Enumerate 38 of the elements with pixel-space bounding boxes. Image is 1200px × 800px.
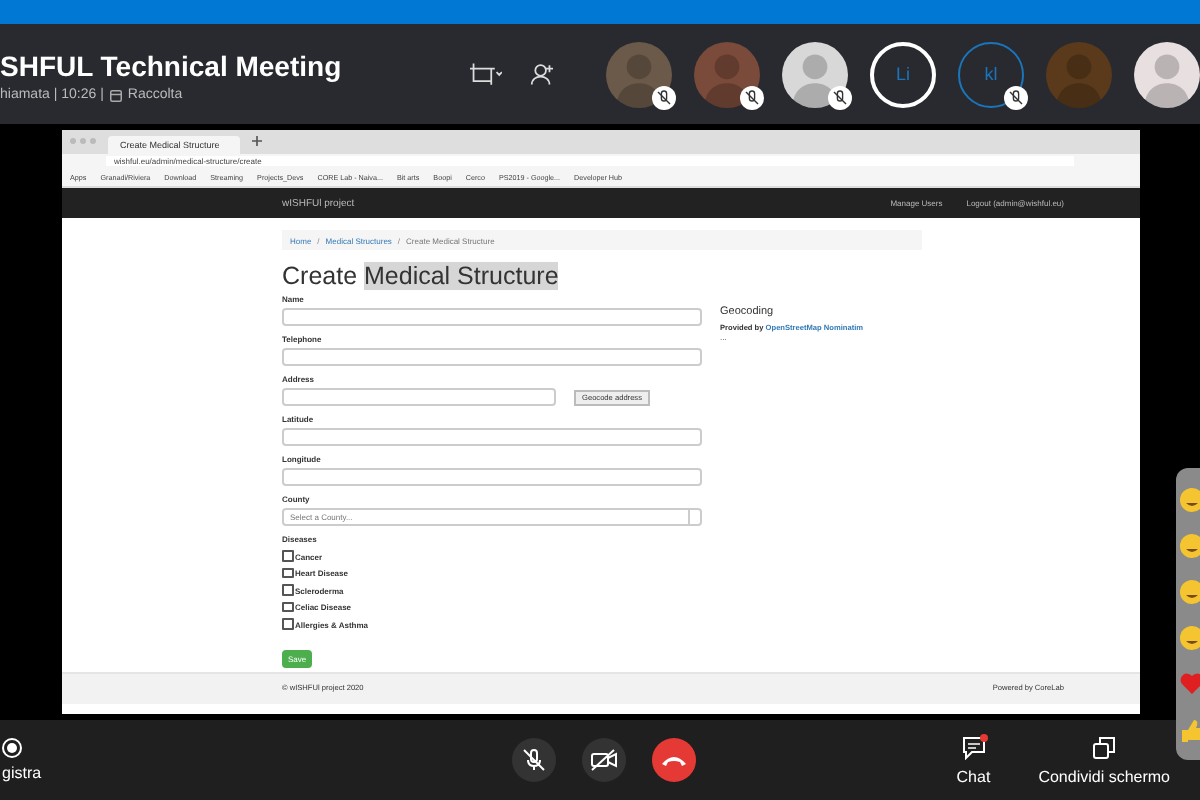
microphone-button[interactable] [512,738,556,782]
checkbox[interactable] [282,550,293,562]
gallery-icon [109,89,122,101]
record-icon[interactable] [2,738,22,758]
checkbox[interactable] [282,601,293,613]
input-field[interactable] [282,348,702,367]
share-screen-icon [1092,735,1117,759]
checkbox[interactable] [282,584,293,596]
hang-up-icon [660,752,688,768]
end-call-button[interactable] [652,738,696,782]
record-label: gistra [2,764,42,782]
avatar[interactable] [781,41,848,107]
camera-button[interactable] [582,738,626,782]
crop-icon[interactable] [469,62,502,86]
emoji-icon[interactable] [1180,625,1200,649]
input-field[interactable] [282,388,556,407]
input-field[interactable] [282,468,702,487]
input-field[interactable] [282,308,702,327]
emoji-icon[interactable] [1180,487,1200,511]
emoji-icon[interactable] [1180,579,1200,603]
add-person-icon[interactable] [529,60,554,88]
avatar[interactable] [1133,41,1200,107]
chat-button[interactable]: Chat [956,735,991,785]
chat-icon [961,735,986,759]
new-tab-icon[interactable] [252,136,262,147]
checkbox[interactable] [282,618,293,630]
emoji-icon[interactable] [1180,533,1200,557]
thumbs-up-icon[interactable] [1180,717,1200,741]
share-screen-button[interactable]: Condividi schermo [1038,735,1170,785]
input-field[interactable] [282,428,702,447]
checkbox[interactable] [282,567,293,579]
page-title: Create [282,262,358,291]
call-title: SHFUL Technical Meeting [0,50,344,82]
avatar[interactable] [693,41,760,107]
avatar[interactable] [605,41,672,107]
selected-title-text: Medical Structure [364,262,559,291]
muted-mic-icon [522,748,546,772]
video-off-icon [590,748,618,772]
